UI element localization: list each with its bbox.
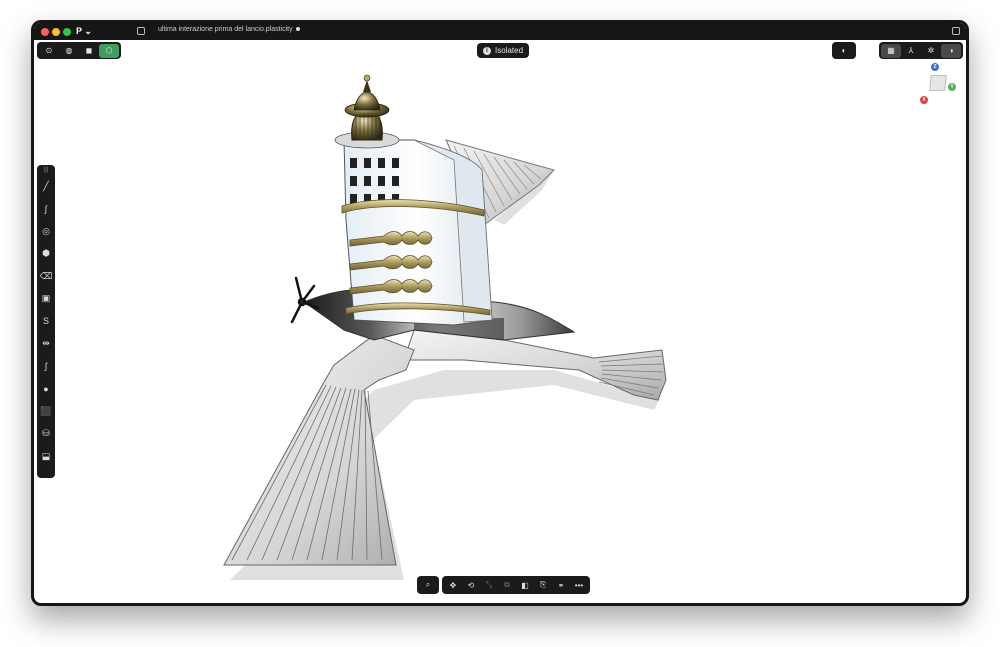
minimize-window-button[interactable] xyxy=(52,28,60,36)
polygon-icon[interactable]: ⬢ xyxy=(39,243,53,266)
group-icon[interactable]: ⚭ xyxy=(552,577,570,593)
box-icon[interactable]: ⬛ xyxy=(39,400,53,423)
mirror-icon[interactable]: ⇹ xyxy=(39,333,53,356)
trash-icon[interactable]: ⌫ xyxy=(39,265,53,288)
isolated-label: Isolated xyxy=(495,46,524,55)
document-title: ultima interazione prima del lancio.plas… xyxy=(158,26,300,33)
axis-y-handle[interactable]: Y xyxy=(948,83,956,91)
transform-group: ✥ ⟲ ⤡ ⧉ ◧ ⎘ ⚭ ••• xyxy=(442,576,590,594)
line-icon[interactable]: ╱ xyxy=(39,175,53,198)
search-icon[interactable]: ⌕ xyxy=(419,577,437,593)
scale-icon[interactable]: ⤡ xyxy=(480,577,498,593)
view-cube-face[interactable] xyxy=(929,75,947,91)
fillet-icon[interactable]: ʃ xyxy=(39,355,53,378)
move-icon[interactable]: ✥ xyxy=(444,577,462,593)
axis-z-handle[interactable]: Z xyxy=(931,63,939,71)
maximize-window-button[interactable] xyxy=(63,28,71,36)
selection-mode-toolbar: ⊙ ◍ ◼ ⬡ xyxy=(37,42,121,59)
axis-x-handle[interactable]: X xyxy=(920,96,928,104)
extrude-icon[interactable]: ⬓ xyxy=(39,445,53,468)
sidebar-toggle-icon[interactable] xyxy=(137,27,145,35)
rotate-icon[interactable]: ⟲ xyxy=(462,577,480,593)
document-title-text: ultima interazione prima del lancio.plas… xyxy=(158,26,293,33)
vertex-select-icon[interactable]: ⊙ xyxy=(39,44,59,58)
spline-icon[interactable]: S xyxy=(39,310,53,333)
isolated-badge[interactable]: i Isolated xyxy=(477,43,530,58)
circle-icon[interactable]: ◎ xyxy=(39,220,53,243)
app-menu[interactable]: P ⌄ xyxy=(76,26,92,37)
edge-select-icon[interactable]: ◍ xyxy=(59,44,79,58)
solid-select-icon[interactable]: ⬡ xyxy=(99,43,119,58)
duplicate-icon[interactable]: ⧉ xyxy=(498,577,516,593)
inspector-toggle-icon[interactable] xyxy=(952,27,960,35)
toolbar-grip[interactable]: ||| xyxy=(44,167,49,175)
title-bar: P ⌄ ultima interazione prima del lancio.… xyxy=(34,23,966,40)
tower xyxy=(341,139,493,326)
render-toolbar: ◐ xyxy=(832,42,856,59)
left-wing xyxy=(223,334,415,566)
unsaved-indicator xyxy=(295,27,300,32)
close-window-button[interactable] xyxy=(41,28,49,36)
grid-icon[interactable]: ▦ xyxy=(881,43,901,58)
view-toolbar: ▦ ⅄ ✲ ◑ xyxy=(879,42,963,59)
snap-icon[interactable]: ✲ xyxy=(921,44,941,58)
bottom-toolbar: ⌕ ✥ ⟲ ⤡ ⧉ ◧ ⎘ ⚭ ••• xyxy=(417,576,590,594)
search-group: ⌕ xyxy=(417,576,439,594)
sphere-icon[interactable]: ● xyxy=(39,378,53,401)
axes-icon[interactable]: ⅄ xyxy=(901,44,921,58)
rectangle-icon[interactable]: ▣ xyxy=(39,288,53,311)
view-cube[interactable]: Z Y X xyxy=(918,63,958,104)
appearance-icon[interactable]: ◑ xyxy=(941,43,961,58)
viewport[interactable] xyxy=(34,40,966,606)
face-select-icon[interactable]: ◼ xyxy=(79,44,99,58)
info-icon: i xyxy=(483,46,491,55)
half-circle-icon[interactable]: ◐ xyxy=(834,44,854,58)
cylinder-icon[interactable]: ⛁ xyxy=(39,423,53,446)
left-toolbar: ||| ╱ ∫ ◎ ⬢ ⌫ ▣ S ⇹ ʃ ● ⬛ ⛁ ⬓ xyxy=(37,165,55,478)
curve-icon[interactable]: ∫ xyxy=(39,198,53,221)
app-window: P ⌄ ultima interazione prima del lancio.… xyxy=(31,20,969,606)
paperclip-icon[interactable]: ⎘ xyxy=(534,577,552,593)
boolean-icon[interactable]: ◧ xyxy=(516,577,534,593)
more-icon[interactable]: ••• xyxy=(570,577,588,593)
tower-dome xyxy=(334,74,400,149)
